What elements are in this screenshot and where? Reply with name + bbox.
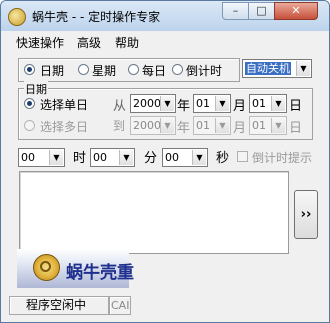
maximize-button[interactable]: □ [248,2,275,20]
countdown-hint-checkbox[interactable] [237,151,248,162]
chevron-down-icon: ▼ [271,118,285,133]
to-label: 到 [113,119,126,133]
mode-week-radio[interactable] [78,64,89,75]
mode-week-label[interactable]: 星期 [92,62,116,79]
to-month-select[interactable]: 01 ▼ [193,116,231,135]
minimize-button[interactable]: – [222,2,249,20]
from-day-select[interactable]: 01 ▼ [249,94,287,113]
chevron-down-icon: ▼ [215,96,229,111]
chevron-down-icon: ▼ [119,150,133,165]
snail-shell-icon [33,254,60,281]
chevron-down-icon: ▼ [215,118,229,133]
app-window: 蜗牛壳 - - 定时操作专家 – □ ✕ 快速操作 高级 帮助 日期 星期 每日… [0,0,330,323]
second-value: 00 [165,151,179,164]
status-state: 程序空闲中 [9,296,109,315]
go-button[interactable]: ›› [294,190,318,239]
chevron-down-icon: ▼ [271,96,285,111]
main-panel: 日期 星期 每日 倒计时 自动关机 ▼ 日期 选择单日 选择多日 从 2000 … [9,51,321,314]
action-select[interactable]: 自动关机 ▼ [242,59,312,78]
hour-select[interactable]: 00 ▼ [18,148,65,167]
from-month-select[interactable]: 01 ▼ [193,94,231,113]
menu-quick-actions[interactable]: 快速操作 [16,34,64,51]
to-day-select[interactable]: 01 ▼ [249,116,287,135]
second-select[interactable]: 00 ▼ [162,148,208,167]
chevron-down-icon: ▼ [49,150,63,165]
hour-value: 00 [21,151,35,164]
title-bar: 蜗牛壳 - - 定时操作专家 – □ ✕ [1,1,329,31]
chevron-down-icon: ▼ [160,118,174,133]
second-unit: 秒 [216,151,230,166]
mode-countdown-radio[interactable] [172,64,183,75]
status-caps: CAI [109,296,131,315]
status-bar: 程序空闲中 CAI [1,294,329,322]
mode-date-label[interactable]: 日期 [40,62,64,79]
multi-day-label[interactable]: 选择多日 [40,118,88,135]
to-year-unit: 年 [177,121,191,136]
from-year-value: 2000 [133,97,161,110]
from-label: 从 [113,99,127,114]
to-year-value: 2000 [133,119,161,132]
multi-day-radio[interactable] [24,120,35,131]
to-day-value: 01 [252,119,266,132]
from-day-value: 01 [252,97,266,110]
mode-date-radio[interactable] [24,64,35,75]
menu-bar: 快速操作 高级 帮助 [9,31,321,51]
menu-advanced[interactable]: 高级 [77,34,101,51]
from-month-unit: 月 [233,99,247,114]
snail-app-icon [8,8,26,26]
logo-text: 蜗牛壳重 [66,263,134,283]
to-year-select[interactable]: 2000 ▼ [130,116,176,135]
brand-logo: 蜗牛壳重 [17,249,134,288]
mode-daily-radio[interactable] [128,64,139,75]
to-month-unit: 月 [233,121,247,136]
chevron-down-icon: ▼ [192,150,206,165]
menu-help[interactable]: 帮助 [115,34,139,51]
single-day-radio[interactable] [24,98,35,109]
mode-countdown-label[interactable]: 倒计时 [186,62,222,79]
countdown-hint-label[interactable]: 倒计时提示 [252,149,312,166]
close-button[interactable]: ✕ [274,2,318,20]
action-select-value: 自动关机 [245,62,291,75]
to-day-unit: 日 [289,121,303,136]
window-title: 蜗牛壳 - - 定时操作专家 [32,10,161,24]
minute-select[interactable]: 00 ▼ [90,148,135,167]
date-group-legend: 日期 [24,81,48,97]
chevron-down-icon: ▼ [296,61,310,76]
minute-value: 00 [93,151,107,164]
single-day-label[interactable]: 选择单日 [40,96,88,113]
mode-daily-label[interactable]: 每日 [142,62,166,79]
command-textarea[interactable] [19,171,289,254]
minute-unit: 分 [144,151,158,166]
hour-unit: 时 [73,151,87,166]
from-day-unit: 日 [289,99,303,114]
to-month-value: 01 [196,119,210,132]
from-month-value: 01 [196,97,210,110]
from-year-select[interactable]: 2000 ▼ [130,94,176,113]
from-year-unit: 年 [177,99,191,114]
chevron-down-icon: ▼ [160,96,174,111]
